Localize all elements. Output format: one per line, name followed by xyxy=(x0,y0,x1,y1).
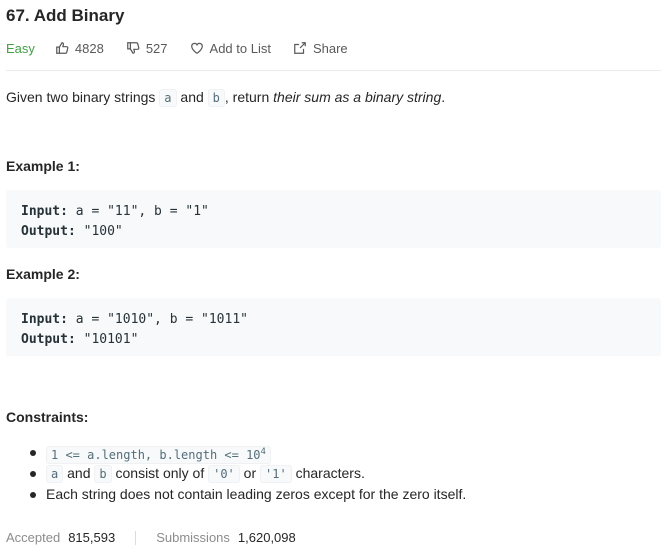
list-item: Each string does not contain leading zer… xyxy=(6,484,466,505)
accepted-label: Accepted xyxy=(6,530,61,545)
example-2-heading: Example 2: xyxy=(6,266,80,282)
heart-icon xyxy=(190,42,203,54)
list-item: 1 <= a.length, b.length <= 104 xyxy=(6,442,466,464)
like-count: 4828 xyxy=(74,40,104,56)
share-icon xyxy=(294,42,306,54)
difficulty-badge: Easy xyxy=(6,40,35,56)
submissions-label: Submissions xyxy=(156,530,230,545)
constraints-list: 1 <= a.length, b.length <= 104 a and b c… xyxy=(6,442,466,505)
problem-title: 67. Add Binary xyxy=(6,6,125,25)
constraint-length-code: 1 <= a.length, b.length <= 104 xyxy=(46,446,271,464)
add-to-list-label: Add to List xyxy=(209,40,271,56)
example-1-block: Input: a = "11", b = "1" Output: "100" xyxy=(6,190,661,248)
dislike-button[interactable]: 527 xyxy=(126,41,168,56)
problem-description: Given two binary strings a and b, return… xyxy=(6,89,446,107)
problem-meta-bar: Easy 4828 527 Add to List Share xyxy=(6,38,370,58)
add-to-list-button[interactable]: Add to List xyxy=(190,41,271,56)
example-2-block: Input: a = "1010", b = "1011" Output: "1… xyxy=(6,298,661,356)
thumbs-down-icon xyxy=(126,42,140,54)
like-button[interactable]: 4828 xyxy=(55,41,104,56)
footer-separator xyxy=(135,530,137,545)
list-item: a and b consist only of '0' or '1' chara… xyxy=(6,463,466,484)
description-emphasis: their sum as a binary string xyxy=(273,89,442,105)
code-b: b xyxy=(207,89,225,107)
example-1-heading: Example 1: xyxy=(6,158,80,174)
stats-footer: Accepted 815,593 Submissions 1,620,098 xyxy=(6,530,296,545)
dislike-count: 527 xyxy=(145,40,168,56)
constraints-heading: Constraints: xyxy=(6,409,89,425)
code-a: a xyxy=(159,89,177,107)
thumbs-up-icon xyxy=(56,42,69,54)
submissions-value: 1,620,098 xyxy=(237,530,296,545)
header-divider xyxy=(6,70,661,71)
accepted-value: 815,593 xyxy=(68,530,116,545)
share-label: Share xyxy=(312,40,348,56)
share-button[interactable]: Share xyxy=(293,41,348,56)
